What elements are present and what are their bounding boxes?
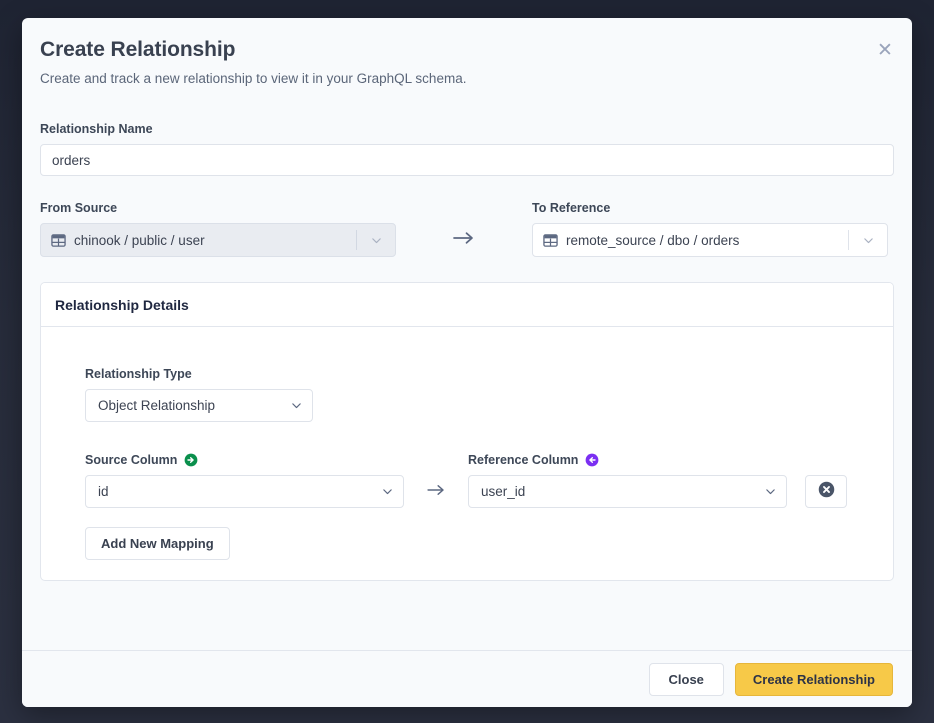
- chevron-down-icon[interactable]: [849, 234, 887, 247]
- relationship-details-header: Relationship Details: [41, 283, 893, 327]
- create-relationship-modal: ✕ Create Relationship Create and track a…: [22, 18, 912, 707]
- from-source-group: From Source chinook / public / user: [40, 201, 396, 257]
- relationship-name-group: Relationship Name: [40, 86, 894, 176]
- relationship-details-content: Relationship Type Object Relationship: [41, 327, 893, 560]
- arrow-right-icon: [404, 483, 468, 508]
- page-title: Create Relationship: [40, 18, 894, 62]
- to-reference-label: To Reference: [532, 201, 888, 215]
- from-source-select[interactable]: chinook / public / user: [40, 223, 396, 257]
- relationship-details-title: Relationship Details: [55, 297, 189, 313]
- arrow-right-icon: [396, 230, 532, 257]
- relationship-details-panel: Relationship Details Relationship Type O…: [40, 282, 894, 581]
- chevron-down-icon[interactable]: [357, 234, 395, 247]
- source-column-select[interactable]: id: [85, 475, 404, 508]
- to-reference-select[interactable]: remote_source / dbo / orders: [532, 223, 888, 257]
- reference-column-label: Reference Column: [468, 453, 787, 467]
- close-button[interactable]: Close: [649, 663, 724, 696]
- source-column-group: Source Column id: [85, 453, 404, 508]
- to-reference-value: remote_source / dbo / orders: [566, 233, 848, 248]
- relationship-type-value: Object Relationship: [98, 398, 280, 413]
- table-icon: [51, 233, 66, 248]
- create-relationship-button[interactable]: Create Relationship: [735, 663, 893, 696]
- chevron-down-icon[interactable]: [371, 485, 403, 498]
- relationship-name-input[interactable]: [40, 144, 894, 176]
- remove-mapping-button[interactable]: [805, 475, 847, 508]
- reference-column-label-text: Reference Column: [468, 453, 578, 467]
- source-column-label: Source Column: [85, 453, 404, 467]
- arrow-right-circle-icon: [184, 453, 198, 467]
- modal-body: Create Relationship Create and track a n…: [22, 18, 912, 650]
- chevron-down-icon[interactable]: [280, 399, 312, 412]
- from-source-value: chinook / public / user: [74, 233, 356, 248]
- from-source-label: From Source: [40, 201, 396, 215]
- to-reference-group: To Reference remote_source / dbo / order…: [532, 201, 888, 257]
- add-new-mapping-button[interactable]: Add New Mapping: [85, 527, 230, 560]
- remove-mapping-wrap: [787, 475, 847, 508]
- reference-column-select[interactable]: user_id: [468, 475, 787, 508]
- modal-footer: Close Create Relationship: [22, 650, 912, 707]
- chevron-down-icon[interactable]: [754, 485, 786, 498]
- reference-column-value: user_id: [481, 484, 754, 499]
- column-mapping-row: Source Column id: [85, 422, 893, 508]
- relationship-type-select[interactable]: Object Relationship: [85, 389, 313, 422]
- relationship-name-label: Relationship Name: [40, 122, 894, 136]
- table-icon: [543, 233, 558, 248]
- arrow-left-circle-icon: [585, 453, 599, 467]
- relationship-type-label: Relationship Type: [85, 367, 893, 381]
- source-column-value: id: [98, 484, 371, 499]
- relationship-type-group: Relationship Type Object Relationship: [85, 367, 893, 422]
- source-reference-row: From Source chinook / public / user: [40, 176, 894, 257]
- reference-column-group: Reference Column user_id: [468, 453, 787, 508]
- page-subtitle: Create and track a new relationship to v…: [40, 62, 894, 86]
- close-circle-icon: [818, 481, 835, 503]
- source-column-label-text: Source Column: [85, 453, 177, 467]
